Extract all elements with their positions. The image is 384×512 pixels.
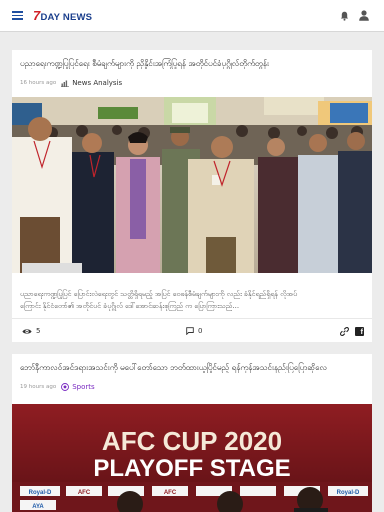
card-divider: [12, 318, 372, 319]
link-icon[interactable]: [340, 327, 349, 336]
article-photo[interactable]: AFC CUP 2020 PLAYOFF STAGE Royal-D AFC A…: [12, 404, 372, 512]
article-actions: 5 0 f: [12, 325, 372, 339]
sponsor-logo: AYA: [32, 504, 44, 510]
app-bar: 7DAY NEWS: [0, 0, 384, 32]
comment-icon: [186, 327, 194, 335]
article-meta: 16 hours ago News Analysis: [20, 78, 122, 88]
view-count: 5: [22, 327, 40, 335]
comment-count-value: 0: [198, 327, 203, 335]
sponsor-logo: Royal-D: [29, 490, 52, 496]
account-icon[interactable]: [359, 10, 369, 21]
category-label: News Analysis: [72, 79, 123, 87]
article-meta: 19 hours ago Sports: [20, 382, 95, 392]
article-excerpt: ပညာရေးကဏ္ဍပြုပြင် ပြောင်းလဲရေးတွင် သတ္တိ…: [20, 290, 298, 310]
article-title[interactable]: ပညာရေးကဏ္ဍပြုပြင်ရေး စီမံချက်များကို ညှိ…: [20, 58, 364, 69]
banner-line-2: PLAYOFF STAGE: [93, 455, 290, 482]
soccer-ball-icon: [61, 383, 70, 391]
eye-icon: [22, 328, 32, 334]
sponsor-logo: Royal-D: [337, 490, 360, 496]
menu-icon[interactable]: [12, 11, 23, 20]
category-tag[interactable]: Sports: [61, 383, 95, 391]
ceremony-photo: [12, 97, 372, 273]
view-count-value: 5: [36, 327, 41, 335]
article-time: 16 hours ago: [20, 80, 57, 86]
comment-button[interactable]: 0: [186, 327, 202, 335]
category-tag[interactable]: News Analysis: [61, 79, 122, 87]
app-logo[interactable]: 7DAY NEWS: [33, 8, 92, 24]
notification-bell-icon[interactable]: [340, 11, 349, 21]
news-card[interactable]: ဘော်နီကာလဝ်အင်ဒရားအသင်းကို မပေါ်တော်သော …: [12, 354, 372, 512]
analysis-chart-icon: [61, 80, 70, 87]
article-title[interactable]: ဘော်နီကာလဝ်အင်ဒရားအသင်းကို မပေါ်တော်သော …: [20, 362, 364, 373]
banner-line-1: AFC CUP 2020: [102, 426, 282, 456]
category-label: Sports: [72, 383, 95, 391]
afc-cup-press-photo: AFC CUP 2020 PLAYOFF STAGE Royal-D AFC A…: [12, 404, 372, 512]
facebook-share-icon[interactable]: f: [355, 327, 364, 336]
news-card[interactable]: ပညာရေးကဏ္ဍပြုပြင်ရေး စီမံချက်များကို ညှိ…: [12, 50, 372, 342]
sponsor-logo: AFC: [78, 490, 91, 496]
article-photo[interactable]: [12, 97, 372, 273]
sponsor-logo: AFC: [164, 490, 177, 496]
article-time: 19 hours ago: [20, 384, 57, 390]
